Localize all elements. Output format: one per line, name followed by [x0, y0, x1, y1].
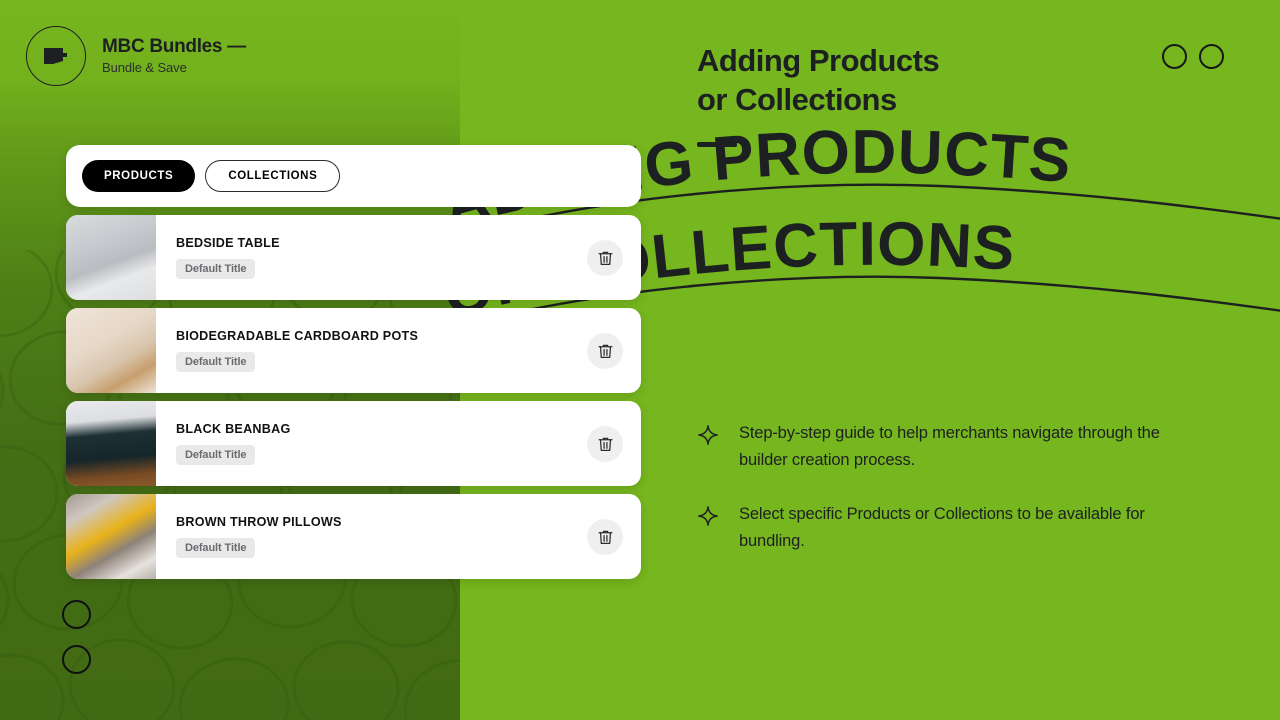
bullet-list: Step-by-step guide to help merchants nav…	[697, 420, 1197, 583]
product-title: BIODEGRADABLE CARDBOARD POTS	[176, 329, 419, 343]
product-title: BEDSIDE TABLE	[176, 236, 280, 250]
trash-icon	[597, 530, 613, 544]
circle-outline-icon	[1199, 44, 1224, 69]
logo-circle	[26, 26, 86, 86]
variant-chip: Default Title	[176, 538, 256, 558]
variant-chip: Default Title	[176, 259, 256, 279]
row-actions	[587, 215, 641, 300]
product-title: BROWN THROW PILLOWS	[176, 515, 342, 529]
trash-icon	[597, 437, 613, 451]
title-underline-rule	[697, 142, 737, 147]
trash-icon	[597, 344, 613, 358]
brand-title: MBC Bundles —	[102, 35, 246, 57]
row-content: BIODEGRADABLE CARDBOARD POTS Default Tit…	[156, 308, 587, 393]
list-item: Select specific Products or Collections …	[697, 501, 1197, 554]
brand-text: MBC Bundles — Bundle & Save	[102, 37, 246, 76]
list-item-text: Select specific Products or Collections …	[739, 505, 1145, 551]
row-content: BROWN THROW PILLOWS Default Title	[156, 494, 587, 579]
table-row[interactable]: BROWN THROW PILLOWS Default Title	[66, 494, 641, 579]
circle-outline-icon	[1162, 44, 1187, 69]
variant-chip: Default Title	[176, 352, 256, 372]
delete-product-button[interactable]	[587, 239, 623, 276]
cardboard-pots-thumbnail	[66, 308, 156, 393]
page-title-line-1: Adding Products	[697, 43, 940, 78]
delete-product-button[interactable]	[587, 332, 623, 369]
header-decor-dots	[1162, 44, 1224, 69]
brown-throw-pillows-thumbnail	[66, 494, 156, 579]
row-content: BLACK BEANBAG Default Title	[156, 401, 587, 486]
slide-canvas: ADDING PRODUCTS OR COLLECTIONS MBC Bundl…	[0, 0, 1280, 720]
product-title: BLACK BEANBAG	[176, 422, 291, 436]
trash-icon	[597, 251, 613, 265]
brand-logo: MBC Bundles — Bundle & Save	[26, 26, 246, 86]
delete-product-button[interactable]	[587, 518, 623, 555]
table-row[interactable]: BIODEGRADABLE CARDBOARD POTS Default Tit…	[66, 308, 641, 393]
table-row[interactable]: BLACK BEANBAG Default Title	[66, 401, 641, 486]
sparkle-four-point-icon	[697, 424, 719, 473]
circle-outline-icon	[62, 600, 91, 629]
list-item-text: Step-by-step guide to help merchants nav…	[739, 424, 1160, 469]
row-actions	[587, 494, 641, 579]
tabs-card: PRODUCTS COLLECTIONS	[66, 145, 641, 207]
bedside-table-thumbnail	[66, 215, 156, 300]
footer-decor-dots	[62, 600, 91, 674]
table-row[interactable]: BEDSIDE TABLE Default Title	[66, 215, 641, 300]
variant-chip: Default Title	[176, 445, 256, 465]
circle-outline-icon	[62, 645, 91, 674]
row-content: BEDSIDE TABLE Default Title	[156, 215, 587, 300]
row-actions	[587, 308, 641, 393]
sparkle-four-point-icon	[697, 505, 719, 554]
page-title-line-2: or Collections	[697, 81, 897, 117]
page-title: Adding Products or Collections	[697, 42, 940, 120]
delete-product-button[interactable]	[587, 425, 623, 462]
black-beanbag-thumbnail	[66, 401, 156, 486]
list-item: Step-by-step guide to help merchants nav…	[697, 420, 1197, 473]
tab-collections[interactable]: COLLECTIONS	[205, 160, 341, 192]
mbc-flag-mark-icon	[44, 48, 67, 64]
brand-subtitle: Bundle & Save	[102, 59, 187, 75]
tab-products[interactable]: PRODUCTS	[82, 160, 196, 192]
row-actions	[587, 401, 641, 486]
